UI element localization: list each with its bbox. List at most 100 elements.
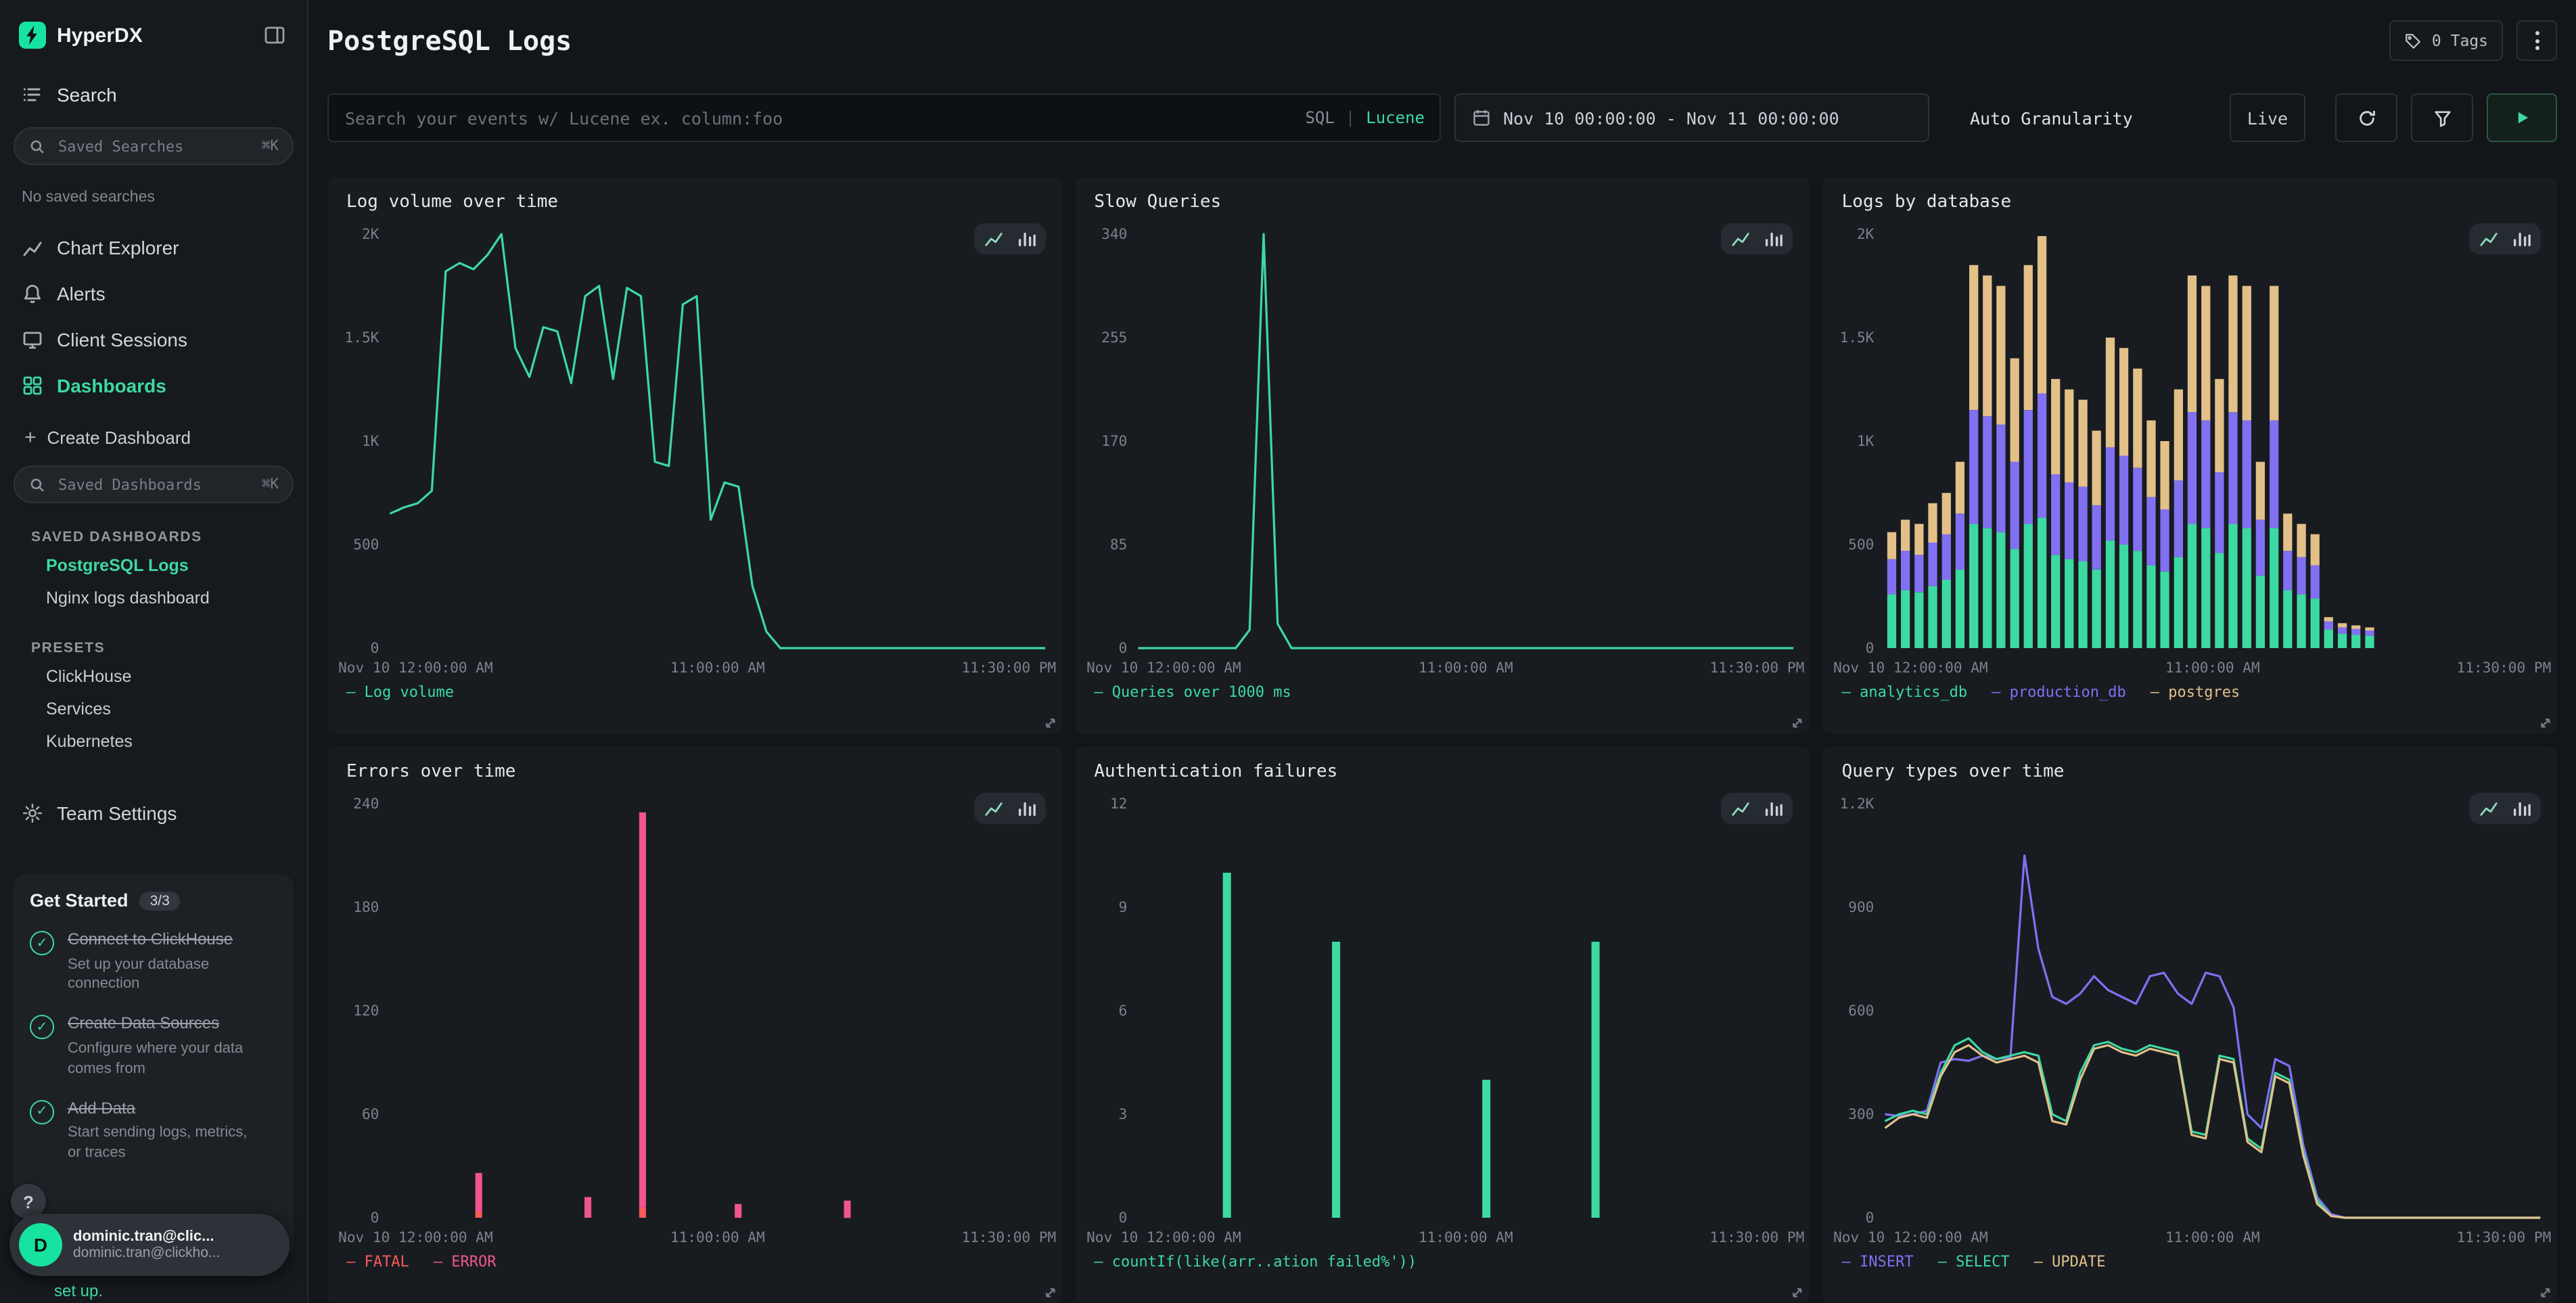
sidebar-item-client-sessions[interactable]: Client Sessions xyxy=(0,317,307,363)
create-dashboard-label: Create Dashboard xyxy=(47,427,191,447)
granularity-select[interactable]: Auto Granularity xyxy=(1954,93,2197,142)
search-icon xyxy=(28,137,46,155)
legend-item: — FATAL xyxy=(346,1253,409,1271)
resize-handle[interactable] xyxy=(1041,1284,1056,1299)
bar-segment xyxy=(1956,513,1964,570)
bar-segment xyxy=(2229,524,2238,648)
bar-segment xyxy=(2311,534,2320,566)
line-chart-toggle-button[interactable] xyxy=(1731,798,1751,819)
brand-name: HyperDX xyxy=(57,24,143,47)
bar-segment xyxy=(1942,534,1951,580)
live-button[interactable]: Live xyxy=(2230,93,2305,142)
bar-segment xyxy=(1222,873,1230,1218)
chart-plot: 060120180240Nov 10 12:00:00 AM11:00:00 A… xyxy=(327,787,1061,1253)
sidebar-item-services[interactable]: Services xyxy=(0,693,307,725)
sidebar-item-kubernetes[interactable]: Kubernetes xyxy=(0,725,307,758)
bar-segment xyxy=(1956,462,1964,514)
app-root: HyperDX Search ⌘K No saved searches xyxy=(0,0,2576,1303)
user-menu[interactable]: D dominic.tran@clic... dominic.tran@clic… xyxy=(9,1214,290,1276)
line-chart-toggle-button[interactable] xyxy=(983,229,1003,249)
resize-handle[interactable] xyxy=(2537,714,2552,729)
saved-dashboards-field[interactable] xyxy=(55,474,252,495)
bar-chart-toggle-button[interactable] xyxy=(1015,798,1036,819)
bar-segment xyxy=(2120,545,2129,648)
resize-handle[interactable] xyxy=(1041,714,1056,729)
bar-segment xyxy=(1942,493,1951,534)
no-saved-searches-text: No saved searches xyxy=(0,189,307,206)
bar-segment xyxy=(2256,576,2265,648)
sidebar-item-alerts[interactable]: Alerts xyxy=(0,271,307,317)
lucene-toggle[interactable]: Lucene xyxy=(1366,108,1425,127)
collapse-sidebar-button[interactable] xyxy=(261,22,288,49)
sidebar-item-clickhouse[interactable]: ClickHouse xyxy=(0,660,307,693)
saved-dashboards-group-header[interactable]: SAVED DASHBOARDS xyxy=(0,525,307,549)
bar-chart-toggle-button[interactable] xyxy=(1764,798,1784,819)
get-started-item-connect[interactable]: ✓ Connect to ClickHouse Set up your data… xyxy=(30,930,277,995)
bar-segment xyxy=(2024,410,2033,524)
series-line xyxy=(1138,234,1793,648)
chart-legend: — countIf(like(arr..ation failed%')) xyxy=(1094,1253,1790,1271)
x-axis-tick: Nov 10 12:00:00 AM xyxy=(1086,659,1241,676)
bar-segment xyxy=(1888,594,1897,648)
resize-handle[interactable] xyxy=(2537,1284,2552,1299)
line-chart-toggle-button[interactable] xyxy=(2479,798,2499,819)
sidebar-item-postgresql-logs[interactable]: PostgreSQL Logs xyxy=(0,549,307,582)
sidebar-item-team-settings[interactable]: Team Settings xyxy=(0,790,307,836)
bar-chart-toggle-button[interactable] xyxy=(1764,229,1784,249)
bar-segment xyxy=(2092,431,2101,505)
get-started-header[interactable]: Get Started 3/3 xyxy=(30,890,277,911)
set-up-link[interactable]: set up. xyxy=(54,1281,103,1300)
bar-segment xyxy=(2324,621,2333,629)
bar-segment xyxy=(476,1211,482,1218)
bar-segment xyxy=(2174,390,2183,481)
sidebar-item-chart-explorer[interactable]: Chart Explorer xyxy=(0,225,307,271)
dashboard-grid: Log volume over time 05001K1.5K2KNov 10 … xyxy=(327,177,2557,1303)
date-range-picker[interactable]: Nov 10 00:00:00 - Nov 11 00:00:00 xyxy=(1454,93,1929,142)
chart-plot: 036912Nov 10 12:00:00 AM11:00:00 AM11:30… xyxy=(1075,787,1809,1253)
resize-handle[interactable] xyxy=(1789,1284,1804,1299)
line-chart-toggle-button[interactable] xyxy=(1731,229,1751,249)
sidebar-item-nginx-logs-dashboard[interactable]: Nginx logs dashboard xyxy=(0,582,307,614)
line-chart-toggle-button[interactable] xyxy=(983,798,1003,819)
bar-segment xyxy=(2352,635,2361,648)
run-query-button[interactable] xyxy=(2487,93,2557,142)
tags-label: 0 Tags xyxy=(2432,31,2488,50)
resize-handle[interactable] xyxy=(1789,714,1804,729)
saved-searches-field[interactable] xyxy=(55,136,252,156)
get-started-item-add-data[interactable]: ✓ Add Data Start sending logs, metrics, … xyxy=(30,1098,277,1164)
saved-searches-input[interactable]: ⌘K xyxy=(14,127,294,165)
bar-segment xyxy=(2120,348,2129,455)
saved-dashboards-input[interactable]: ⌘K xyxy=(14,465,294,503)
bar-segment xyxy=(1915,592,1924,648)
bar-segment xyxy=(1902,520,1910,551)
bar-chart-toggle-button[interactable] xyxy=(1015,229,1036,249)
chart-card-query-types: Query types over time 03006009001.2KNov … xyxy=(1823,747,2557,1303)
create-dashboard-button[interactable]: + Create Dashboard xyxy=(0,417,307,457)
sidebar-item-dashboards[interactable]: Dashboards xyxy=(0,363,307,409)
y-axis-tick: 2K xyxy=(362,225,380,242)
refresh-button[interactable] xyxy=(2335,93,2397,142)
y-axis-tick: 6 xyxy=(1118,1002,1127,1019)
bar-chart-toggle-button[interactable] xyxy=(2511,229,2531,249)
chart-type-toggle xyxy=(2469,223,2541,254)
filter-button[interactable] xyxy=(2411,93,2473,142)
x-axis-tick: Nov 10 12:00:00 AM xyxy=(1086,1229,1241,1245)
bar-chart-toggle-button[interactable] xyxy=(2511,798,2531,819)
sidebar-item-search[interactable]: Search xyxy=(0,70,307,119)
x-axis-tick: 11:00:00 AM xyxy=(670,659,765,676)
presets-group-header[interactable]: PRESETS xyxy=(0,636,307,660)
tags-button[interactable]: 0 Tags xyxy=(2390,20,2503,61)
chart-type-toggle xyxy=(1722,223,1793,254)
line-chart-toggle-button[interactable] xyxy=(2479,229,2499,249)
dashboards-label: Dashboards xyxy=(57,375,166,396)
sql-toggle[interactable]: SQL xyxy=(1305,108,1334,127)
get-started-item-data-sources[interactable]: ✓ Create Data Sources Configure where yo… xyxy=(30,1014,277,1080)
chart-title: Authentication failures xyxy=(1094,762,1809,782)
bar-segment xyxy=(2065,390,2074,483)
get-started-item-title: Add Data xyxy=(68,1098,241,1119)
dashboards-grid-icon xyxy=(22,375,43,396)
shortcut-hint: ⌘K xyxy=(262,476,279,493)
more-options-button[interactable] xyxy=(2516,20,2557,61)
search-input[interactable] xyxy=(327,93,1441,142)
bar-segment xyxy=(2215,379,2224,472)
